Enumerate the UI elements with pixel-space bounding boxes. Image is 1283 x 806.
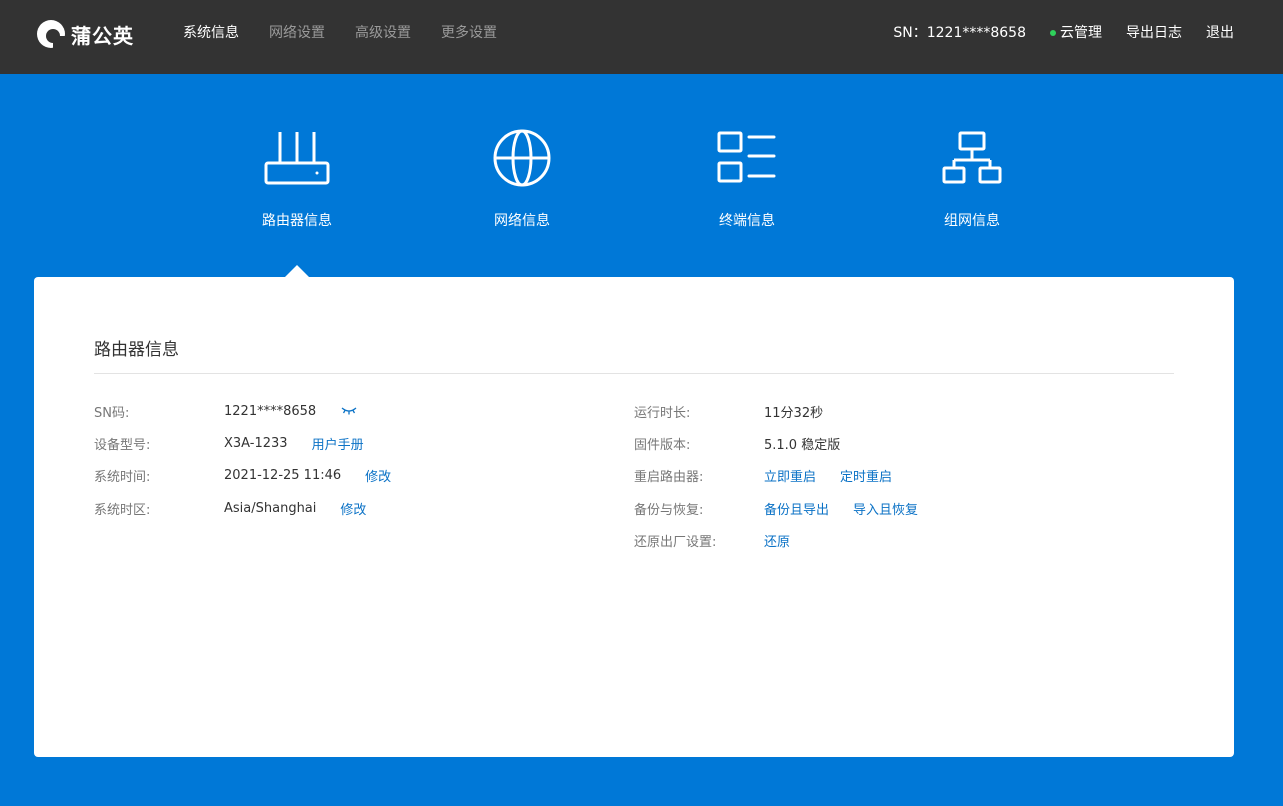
nav-network-settings[interactable]: 网络设置	[269, 24, 325, 42]
tab-terminal-info-label: 终端信息	[719, 213, 775, 229]
uptime-value: 11分32秒	[764, 405, 824, 421]
reboot-label: 重启路由器:	[634, 469, 704, 485]
top-bar: 蒲公英 系统信息 网络设置 高级设置 更多设置 SN：1221****8658 …	[0, 0, 1283, 74]
user-manual-link[interactable]: 用户手册	[312, 434, 364, 453]
sn-label: SN码:	[94, 405, 130, 421]
dandelion-logo-icon	[36, 19, 66, 49]
router-icon	[232, 128, 362, 188]
model-label: 设备型号:	[94, 437, 151, 453]
tab-terminal-info[interactable]: 终端信息	[682, 128, 812, 230]
selected-tab-pointer	[285, 265, 309, 277]
firmware-value: 5.1.0 稳定版	[764, 437, 841, 453]
edit-timezone-link[interactable]: 修改	[340, 499, 366, 518]
globe-icon	[457, 128, 587, 188]
nav-more-settings[interactable]: 更多设置	[441, 24, 497, 42]
tab-mesh-info-label: 组网信息	[944, 213, 1000, 229]
info-row-sn: SN码: 1221****8658	[94, 401, 358, 421]
factory-reset-link[interactable]: 还原	[764, 531, 790, 550]
info-row-firmware: 固件版本: 5.1.0 稳定版	[634, 433, 840, 453]
system-time-value: 2021-12-25 11:46	[224, 467, 342, 483]
title-divider	[94, 373, 1174, 374]
eye-closed-icon[interactable]	[340, 405, 358, 417]
logout-link[interactable]: 退出	[1206, 24, 1234, 42]
scheduled-reboot-link[interactable]: 定时重启	[840, 466, 892, 485]
system-time-label: 系统时间:	[94, 469, 151, 485]
info-row-timezone: 系统时区: Asia/Shanghai 修改	[94, 498, 366, 518]
tab-router-info-label: 路由器信息	[262, 213, 332, 229]
header-actions: SN：1221****8658 云管理 导出日志 退出	[893, 24, 1234, 42]
reboot-now-link[interactable]: 立即重启	[764, 466, 816, 485]
factory-reset-label: 还原出厂设置:	[634, 534, 717, 550]
model-value: X3A-1233	[224, 435, 288, 451]
info-row-system-time: 系统时间: 2021-12-25 11:46 修改	[94, 465, 391, 485]
nav-advanced-settings[interactable]: 高级设置	[355, 24, 411, 42]
sn-value: 1221****8658	[224, 403, 317, 419]
info-row-backup: 备份与恢复: 备份且导出 导入且恢复	[634, 498, 918, 518]
network-topology-icon	[907, 128, 1037, 188]
info-row-factory-reset: 还原出厂设置: 还原	[634, 530, 790, 550]
edit-time-link[interactable]: 修改	[365, 466, 391, 485]
export-log-link[interactable]: 导出日志	[1126, 24, 1182, 42]
import-restore-link[interactable]: 导入且恢复	[853, 499, 918, 518]
backup-export-link[interactable]: 备份且导出	[764, 499, 829, 518]
panel-title: 路由器信息	[94, 340, 179, 360]
tab-mesh-info[interactable]: 组网信息	[907, 128, 1037, 230]
cloud-management-label: 云管理	[1060, 25, 1102, 41]
timezone-label: 系统时区:	[94, 502, 151, 518]
tab-network-info[interactable]: 网络信息	[457, 128, 587, 230]
backup-label: 备份与恢复:	[634, 502, 704, 518]
tab-network-info-label: 网络信息	[494, 213, 550, 229]
cloud-management-link[interactable]: 云管理	[1050, 24, 1102, 42]
device-list-icon	[682, 128, 812, 188]
uptime-label: 运行时长:	[634, 405, 691, 421]
firmware-label: 固件版本:	[634, 437, 691, 453]
router-info-panel: 路由器信息 SN码: 1221****8658 设备型号: X3A-1233 用…	[34, 277, 1234, 757]
nav-system-info[interactable]: 系统信息	[183, 24, 239, 42]
status-dot-icon	[1050, 30, 1056, 36]
info-row-model: 设备型号: X3A-1233 用户手册	[94, 433, 364, 453]
main-nav: 系统信息 网络设置 高级设置 更多设置	[183, 24, 527, 42]
brand-name: 蒲公英	[71, 23, 134, 48]
info-row-uptime: 运行时长: 11分32秒	[634, 401, 823, 421]
header-sn: SN：1221****8658	[893, 25, 1026, 41]
brand-logo[interactable]: 蒲公英	[36, 18, 134, 50]
info-row-reboot: 重启路由器: 立即重启 定时重启	[634, 465, 892, 485]
timezone-value: Asia/Shanghai	[224, 500, 317, 516]
tab-router-info[interactable]: 路由器信息	[232, 128, 362, 230]
